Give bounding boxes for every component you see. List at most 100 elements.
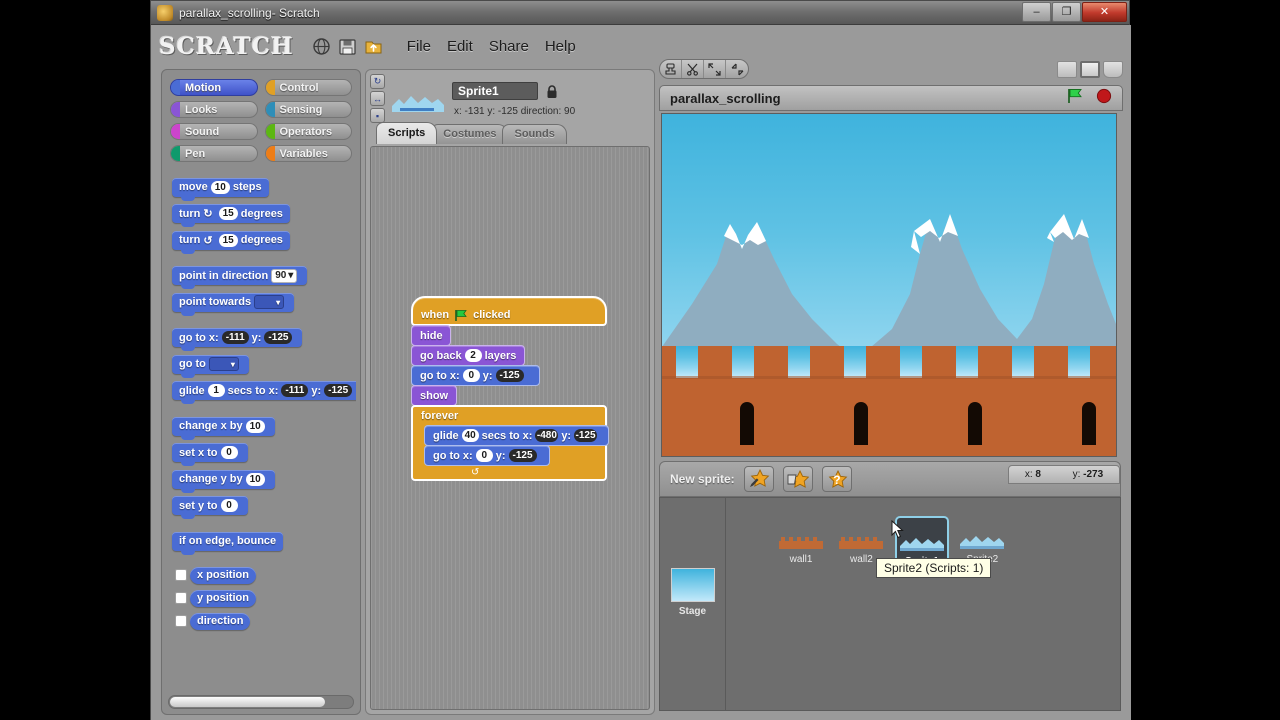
palette-block-point-towards[interactable]: point towards ▾: [172, 292, 295, 316]
category-control[interactable]: Control: [264, 79, 352, 96]
stamp-duplicate-icon[interactable]: [660, 60, 682, 78]
glide-secs-input[interactable]: 1: [207, 384, 225, 397]
palette-block-if-on-edge-bounce[interactable]: if on edge, bounce: [172, 531, 284, 555]
palette-block-point-in-direction[interactable]: point in direction 90 ▾: [172, 266, 308, 289]
tab-scripts[interactable]: Scripts: [376, 122, 438, 144]
category-sound[interactable]: Sound: [170, 123, 258, 140]
direction-dropdown[interactable]: 90 ▾: [271, 268, 298, 283]
grow-icon[interactable]: [704, 60, 726, 78]
scrollbar-thumb[interactable]: [170, 697, 325, 707]
palette-reporter-x-position[interactable]: x position: [190, 566, 256, 584]
glide-x-input[interactable]: -111: [281, 384, 309, 397]
script-block-go-back-layers[interactable]: go back 2 layers: [411, 345, 525, 366]
palette-block-change-x-by[interactable]: change x by 10: [172, 416, 275, 440]
normal-stage-view-button[interactable]: [1080, 60, 1100, 78]
script-stack[interactable]: when clicked hide go back 2 layers go to…: [411, 296, 609, 481]
palette-block-go-to-xy[interactable]: go to x: -111 y: -125: [172, 328, 303, 351]
direction-checkbox[interactable]: [175, 615, 187, 627]
palette-reporter-y-position[interactable]: y position: [190, 589, 256, 607]
turn-ccw-input[interactable]: 15: [218, 233, 238, 247]
category-motion[interactable]: Motion: [170, 79, 258, 96]
category-pen[interactable]: Pen: [170, 145, 258, 162]
glide-y-input[interactable]: -125: [324, 384, 353, 397]
presentation-mode-button[interactable]: [1103, 60, 1123, 78]
no-rotate-icon[interactable]: ▪: [370, 108, 385, 123]
palette-block-set-y-to[interactable]: set y to 0: [172, 496, 248, 519]
script-block-hide[interactable]: hide: [411, 325, 451, 346]
category-sensing[interactable]: Sensing: [264, 101, 352, 118]
menu-item-share[interactable]: Share: [489, 38, 529, 55]
stage-canvas[interactable]: [661, 113, 1117, 457]
sprite-name-field[interactable]: Sprite1: [452, 82, 538, 100]
share-folder-icon[interactable]: [364, 37, 383, 56]
glide-y-input[interactable]: -125: [574, 429, 597, 442]
shrink-icon[interactable]: [726, 60, 748, 78]
category-label: Variables: [279, 147, 328, 160]
paint-new-sprite-icon[interactable]: [743, 466, 774, 492]
change-y-input[interactable]: 10: [245, 472, 265, 486]
left-right-flip-icon[interactable]: ↔: [370, 91, 385, 106]
palette-block-list[interactable]: move 10 steps turn ↻ 15 degrees turn ↺ 1…: [166, 173, 356, 688]
script-block-go-to-xy-top[interactable]: go to x: 0 y: -125: [411, 365, 540, 386]
goto-y-input[interactable]: -125: [508, 449, 537, 462]
y-position-checkbox[interactable]: [175, 592, 187, 604]
palette-block-turn-cw[interactable]: turn ↻ 15 degrees: [172, 204, 290, 227]
green-flag-icon[interactable]: [1067, 88, 1084, 109]
script-block-show[interactable]: show: [411, 385, 457, 406]
move-steps-input[interactable]: 10: [210, 180, 230, 194]
scripts-canvas[interactable]: when clicked hide go back 2 layers go to…: [370, 146, 650, 710]
turn-cw-input[interactable]: 15: [218, 207, 238, 220]
stop-sign-icon[interactable]: [1096, 88, 1112, 109]
set-y-input[interactable]: 0: [220, 499, 238, 512]
lock-icon[interactable]: [546, 84, 558, 99]
goto-x-input[interactable]: 0: [462, 369, 480, 382]
rotate-freely-icon[interactable]: ↻: [370, 74, 385, 89]
palette-block-move-steps[interactable]: move 10 steps: [172, 177, 269, 201]
go-back-layers-input[interactable]: 2: [464, 349, 482, 362]
scissors-cut-icon[interactable]: [682, 60, 704, 78]
tab-sounds[interactable]: Sounds: [502, 124, 567, 144]
category-variables[interactable]: Variables: [264, 145, 352, 162]
sprite-item-wall1[interactable]: wall1: [774, 516, 828, 568]
palette-reporter-direction[interactable]: direction: [190, 612, 251, 630]
goto-x-input[interactable]: 0: [475, 449, 493, 462]
palette-block-glide[interactable]: glide 1 secs to x: -111 y: -125: [172, 381, 356, 404]
goto-y-input[interactable]: -125: [264, 331, 293, 344]
menu-item-edit[interactable]: Edit: [447, 38, 473, 55]
menu-item-file[interactable]: File: [407, 38, 431, 55]
close-button[interactable]: ✕: [1082, 2, 1127, 22]
maximize-button[interactable]: ❐: [1052, 2, 1081, 22]
category-operators[interactable]: Operators: [264, 123, 352, 140]
save-icon[interactable]: [338, 37, 357, 56]
script-block-glide[interactable]: glide 40 secs to x: -480 y: -125: [424, 425, 609, 446]
motion-color-swatch: [171, 80, 180, 95]
minimize-button[interactable]: –: [1022, 2, 1051, 22]
palette-block-change-y-by[interactable]: change y by 10: [172, 469, 275, 493]
glide-secs-input[interactable]: 40: [461, 429, 479, 442]
stage-selector[interactable]: Stage: [660, 498, 726, 710]
set-x-input[interactable]: 0: [220, 446, 238, 459]
surprise-sprite-icon[interactable]: ?: [821, 466, 852, 492]
script-block-forever[interactable]: forever glide 40 secs to x: -480 y: -125: [411, 405, 609, 481]
x-position-checkbox[interactable]: [175, 569, 187, 581]
go-to-dropdown[interactable]: ▾: [208, 357, 239, 371]
menu-item-help[interactable]: Help: [545, 38, 576, 55]
choose-new-sprite-icon[interactable]: [782, 466, 813, 492]
palette-block-set-x-to[interactable]: set x to 0: [172, 443, 248, 466]
palette-block-go-to[interactable]: go to ▾: [172, 354, 249, 378]
point-towards-dropdown[interactable]: ▾: [254, 295, 285, 309]
script-block-when-flag-clicked[interactable]: when clicked: [411, 296, 607, 326]
category-looks[interactable]: Looks: [170, 101, 258, 118]
goto-x-input[interactable]: -111: [221, 331, 249, 344]
new-sprite-bar: New sprite: ? x: 8 y: -273: [659, 461, 1121, 497]
change-x-input[interactable]: 10: [245, 419, 265, 433]
script-block-go-to-xy-loop[interactable]: go to x: 0 y: -125: [424, 445, 550, 466]
palette-block-turn-ccw[interactable]: turn ↺ 15 degrees: [172, 230, 290, 254]
glide-x-input[interactable]: -480: [535, 429, 559, 442]
palette-horizontal-scrollbar[interactable]: [168, 695, 354, 709]
window-titlebar[interactable]: parallax_scrolling- Scratch – ❐ ✕: [151, 1, 1129, 25]
tab-costumes[interactable]: Costumes: [431, 124, 509, 144]
goto-y-input[interactable]: -125: [495, 369, 524, 382]
small-stage-view-button[interactable]: [1057, 60, 1077, 78]
globe-icon[interactable]: [312, 37, 331, 56]
